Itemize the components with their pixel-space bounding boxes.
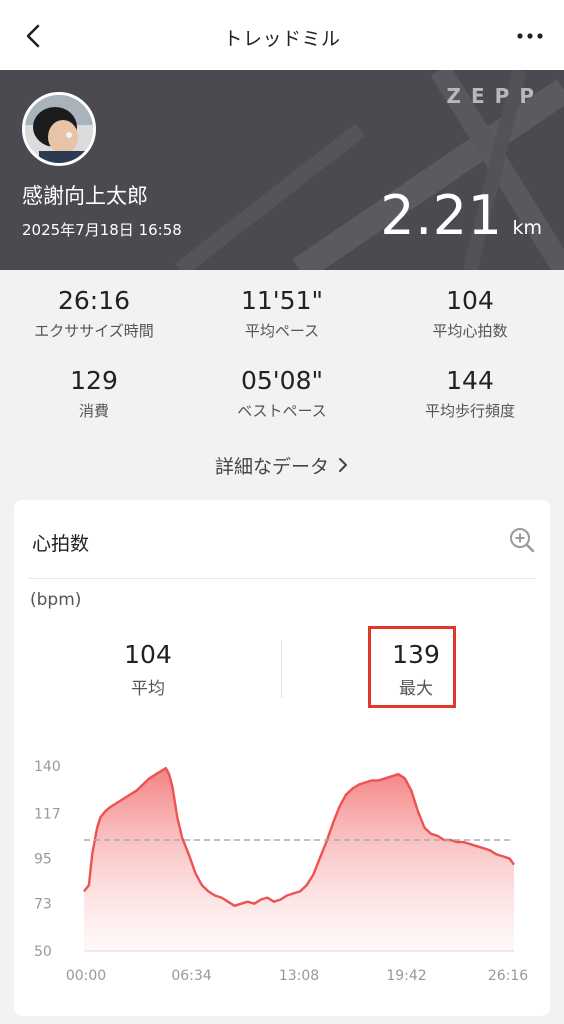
- x-tick-label: 26:16: [488, 968, 528, 984]
- user-name: 感謝向上太郎: [22, 184, 148, 208]
- x-tick-label: 19:42: [386, 968, 426, 984]
- detailed-data-label: 詳細なデータ: [214, 456, 329, 478]
- x-axis-labels: 00:00 06:34 13:08 19:42 26:16: [66, 968, 528, 984]
- stat-value: 144: [446, 366, 494, 395]
- stat-average-heart-rate: 104 平均心拍数: [376, 286, 564, 341]
- stat-average-cadence: 144 平均歩行頻度: [376, 366, 564, 421]
- detailed-data-link[interactable]: 詳細なデータ: [0, 452, 564, 479]
- distance-value: 2.21: [380, 184, 503, 247]
- heart-rate-card: 心拍数 (bpm) 104 平均 139 最大 140 117 95 73 50 00:…: [14, 500, 550, 1016]
- stat-value: 05'08": [241, 366, 323, 395]
- stat-average-pace: 11'51" 平均ペース: [188, 286, 376, 341]
- stat-label: 消費: [78, 402, 109, 420]
- stat-label: 平均歩行頻度: [424, 402, 515, 420]
- chevron-right-icon: [337, 456, 349, 478]
- stat-exercise-time: 26:16 エクササイズ時間: [0, 286, 188, 341]
- x-tick-label: 06:34: [171, 968, 211, 984]
- more-options-button[interactable]: [516, 25, 544, 47]
- stat-best-pace: 05'08" ベストペース: [188, 366, 376, 421]
- y-tick-label: 117: [34, 806, 61, 822]
- stat-label: 平均心拍数: [432, 322, 508, 340]
- avatar[interactable]: [22, 92, 96, 166]
- more-dots-icon: [517, 33, 543, 39]
- stat-label: 平均ペース: [244, 322, 320, 340]
- stat-label: ベストペース: [237, 402, 327, 420]
- y-axis-labels: 140 117 95 73 50: [34, 759, 61, 960]
- activity-date: 2025年7月18日 16:58: [22, 221, 182, 239]
- stat-value: 129: [70, 366, 118, 395]
- brand-logo: ZEPP: [446, 84, 544, 108]
- y-tick-label: 50: [34, 944, 52, 960]
- x-tick-label: 00:00: [66, 968, 106, 984]
- heart-rate-chart: 140 117 95 73 50 00:00 06:34 13:08 19:42 26:16: [34, 759, 528, 984]
- distance-unit: km: [512, 217, 542, 239]
- y-tick-label: 73: [34, 897, 52, 913]
- y-tick-label: 95: [34, 852, 52, 868]
- user-photo: [25, 95, 93, 163]
- heart-rate-area: [84, 768, 514, 951]
- x-tick-label: 13:08: [279, 968, 319, 984]
- y-tick-label: 140: [34, 759, 61, 775]
- stat-value: 104: [446, 286, 494, 315]
- stat-calories: 129 消費: [0, 366, 188, 421]
- distance: 2.21 km: [380, 184, 542, 247]
- stat-value: 26:16: [57, 286, 131, 315]
- activity-banner: ZEPP 感謝向上太郎 2025年7月18日 16:58 2.21 km: [0, 70, 564, 270]
- stat-value: 11'51": [241, 286, 323, 315]
- page-title: トレッドミル: [223, 28, 341, 50]
- stat-label: エクササイズ時間: [34, 322, 154, 340]
- app-header: トレッドミル: [0, 0, 564, 70]
